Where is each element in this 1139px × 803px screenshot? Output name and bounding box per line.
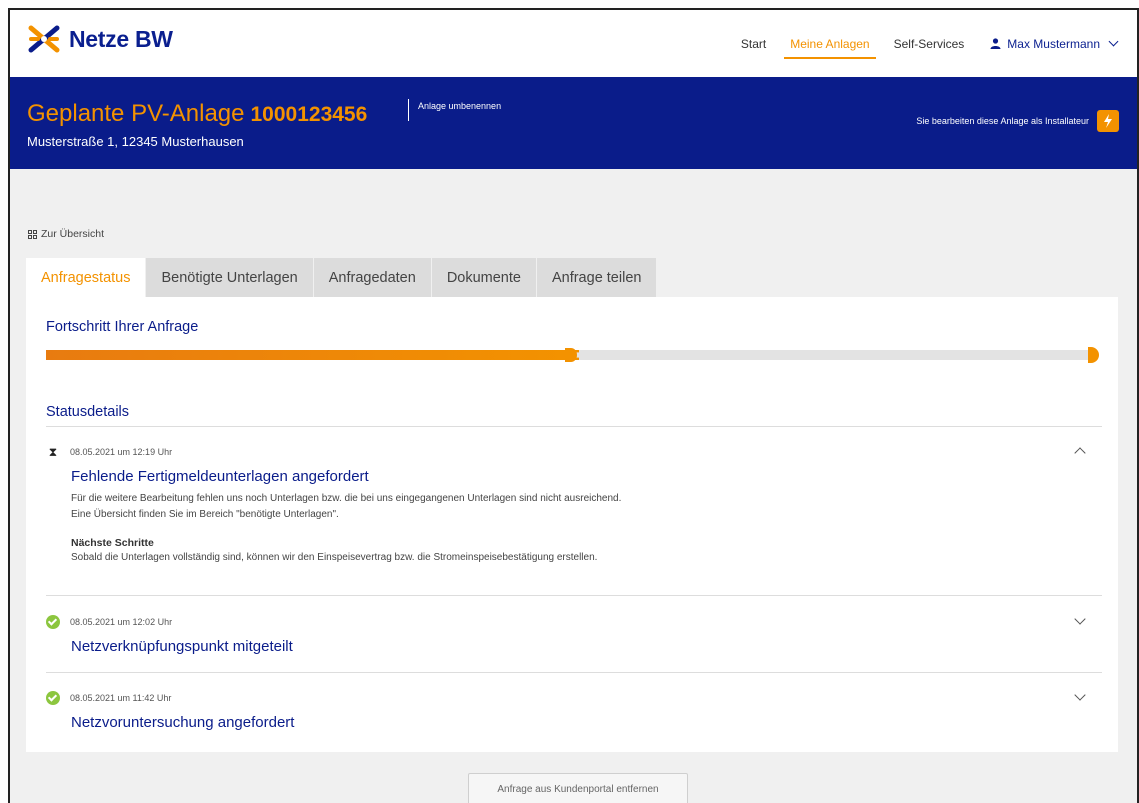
asset-number: 1000123456 <box>250 103 368 126</box>
tab-bar: Anfragestatus Benötigte Unterlagen Anfra… <box>26 258 658 297</box>
check-icon <box>46 691 60 705</box>
nav-item-self-services[interactable]: Self-Services <box>882 10 977 77</box>
divider <box>46 426 1102 427</box>
status-details-heading: Statusdetails <box>46 404 130 420</box>
status-card: Fortschritt Ihrer Anfrage Statusdetails … <box>26 297 1118 752</box>
remove-request-button[interactable]: Anfrage aus Kundenportal entfernen <box>468 773 688 803</box>
divider <box>46 672 1102 673</box>
tab-anfragedaten[interactable]: Anfragedaten <box>313 258 432 297</box>
status-item-header: 08.05.2021 um 12:02 Uhr <box>46 615 1102 629</box>
check-icon <box>46 615 60 629</box>
top-navigation: Netze BW Start Meine Anlagen Self-Servic… <box>10 10 1137 77</box>
socket-icon <box>1088 347 1099 363</box>
status-title: Netzverknüpfungspunkt mitgeteilt <box>71 638 293 655</box>
status-item[interactable]: ⧗ 08.05.2021 um 12:19 Uhr Fehlende Ferti… <box>46 445 1102 566</box>
progress-label: Fortschritt Ihrer Anfrage <box>46 319 199 335</box>
back-to-overview-link[interactable]: Zur Übersicht <box>28 228 104 240</box>
tab-dokumente[interactable]: Dokumente <box>431 258 537 297</box>
progress-fill <box>46 350 569 360</box>
logo[interactable]: Netze BW <box>27 24 173 54</box>
status-text: Eine Übersicht finden Sie im Bereich "be… <box>71 509 339 520</box>
status-title: Netzvoruntersuchung angefordert <box>71 714 295 731</box>
status-item[interactable]: 08.05.2021 um 11:42 Uhr Netzvoruntersuch… <box>46 689 1102 731</box>
next-steps-heading: Nächste Schritte <box>71 537 154 549</box>
divider <box>46 595 1102 596</box>
nav-item-start[interactable]: Start <box>729 10 778 77</box>
status-timestamp: 08.05.2021 um 12:02 Uhr <box>70 617 173 627</box>
logo-text: Netze BW <box>69 25 173 52</box>
netze-bw-logo-icon <box>28 25 60 53</box>
app-window: Netze BW Start Meine Anlagen Self-Servic… <box>8 8 1139 803</box>
installer-text: Sie bearbeiten diese Anlage als Installa… <box>916 116 1089 126</box>
status-timestamp: 08.05.2021 um 12:19 Uhr <box>70 447 173 457</box>
installer-notice: Sie bearbeiten diese Anlage als Installa… <box>916 110 1119 132</box>
status-title: Fehlende Fertigmeldeunterlagen angeforde… <box>71 468 369 485</box>
back-link-label: Zur Übersicht <box>41 228 105 240</box>
asset-address: Musterstraße 1, 12345 Musterhausen <box>27 134 244 149</box>
tab-anfrage-teilen[interactable]: Anfrage teilen <box>536 258 658 297</box>
status-item[interactable]: 08.05.2021 um 12:02 Uhr Netzverknüpfungs… <box>46 613 1102 655</box>
status-item-header: ⧗ 08.05.2021 um 12:19 Uhr <box>46 445 1102 459</box>
user-menu[interactable]: Max Mustermann <box>976 36 1119 51</box>
grid-icon <box>28 229 37 239</box>
status-text: Für die weitere Bearbeitung fehlen uns n… <box>71 493 622 504</box>
status-item-header: 08.05.2021 um 11:42 Uhr <box>46 691 1102 705</box>
next-steps-text: Sobald die Unterlagen vollständig sind, … <box>71 552 598 563</box>
nav-item-meine-anlagen[interactable]: Meine Anlagen <box>778 10 881 77</box>
status-timestamp: 08.05.2021 um 11:42 Uhr <box>70 693 172 703</box>
page-title: Geplante PV-Anlage 1000123456 <box>27 100 367 128</box>
plug-icon <box>565 348 579 362</box>
lightning-icon <box>1097 110 1119 132</box>
page-header: Geplante PV-Anlage 1000123456 Anlage umbe… <box>10 77 1137 169</box>
user-icon <box>990 38 1001 49</box>
user-name: Max Mustermann <box>1007 36 1100 51</box>
tab-anfragestatus[interactable]: Anfragestatus <box>26 258 147 297</box>
rename-link[interactable]: Anlage umbenennen <box>408 99 501 121</box>
asset-type: Geplante PV-Anlage <box>27 100 245 127</box>
tab-benoetigte-unterlagen[interactable]: Benötigte Unterlagen <box>146 258 314 297</box>
chevron-down-icon <box>1108 36 1119 47</box>
nav-links: Start Meine Anlagen Self-Services Max Mu… <box>729 10 1119 77</box>
hourglass-icon: ⧗ <box>48 444 58 459</box>
